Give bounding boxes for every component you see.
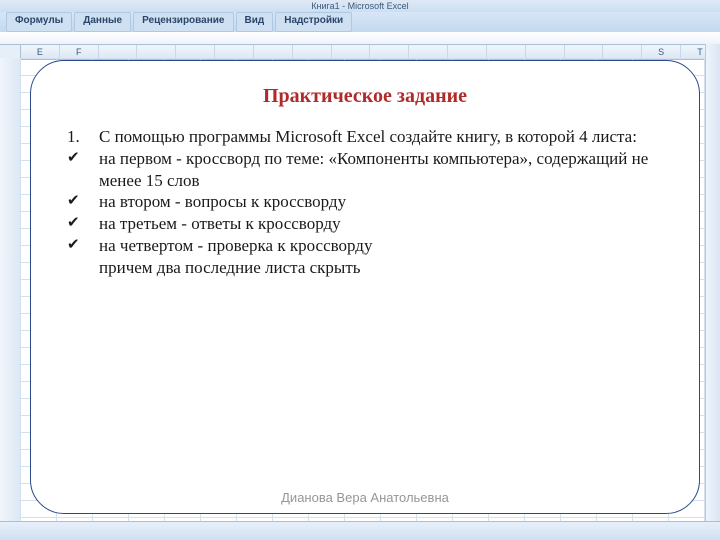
column-header[interactable] — [565, 45, 604, 59]
status-bar — [0, 521, 720, 540]
check-icon: ✔ — [67, 148, 99, 192]
column-header[interactable] — [176, 45, 215, 59]
ribbon-tab-formulas[interactable]: Формулы — [6, 12, 72, 32]
task-line-intro: 1. С помощью программы Microsoft Excel с… — [67, 126, 663, 148]
vertical-scrollbar[interactable] — [705, 44, 720, 522]
column-header[interactable] — [332, 45, 371, 59]
column-header[interactable] — [448, 45, 487, 59]
column-header[interactable]: S — [642, 45, 681, 59]
column-header[interactable] — [603, 45, 642, 59]
ribbon-tab-data[interactable]: Данные — [74, 12, 131, 32]
check-icon: ✔ — [67, 235, 99, 257]
task-body: 1. С помощью программы Microsoft Excel с… — [67, 126, 663, 278]
ribbon-tab-addins[interactable]: Надстройки — [275, 12, 352, 32]
column-header[interactable]: F — [60, 45, 99, 59]
task-text: на четвертом - проверка к кроссворду — [99, 235, 663, 257]
column-header[interactable] — [526, 45, 565, 59]
task-text: причем два последние листа скрыть — [99, 257, 663, 279]
column-header[interactable] — [137, 45, 176, 59]
select-all-corner[interactable] — [0, 45, 21, 59]
column-header[interactable] — [370, 45, 409, 59]
column-header[interactable] — [487, 45, 526, 59]
column-header[interactable] — [409, 45, 448, 59]
row-headers — [0, 58, 21, 522]
task-line-2: ✔ на втором - вопросы к кроссворду — [67, 191, 663, 213]
task-card: Практическое задание 1. С помощью програ… — [30, 60, 700, 514]
column-header[interactable] — [293, 45, 332, 59]
author-footer: Дианова Вера Анатольевна — [31, 490, 699, 505]
task-line-4: ✔ на четвертом - проверка к кроссворду — [67, 235, 663, 257]
column-header[interactable]: E — [21, 45, 60, 59]
task-text: на третьем - ответы к кроссворду — [99, 213, 663, 235]
task-text: на первом - кроссворд по теме: «Компонен… — [99, 148, 663, 192]
task-text: на втором - вопросы к кроссворду — [99, 191, 663, 213]
list-number: 1. — [67, 126, 99, 148]
check-icon: ✔ — [67, 191, 99, 213]
column-header[interactable] — [215, 45, 254, 59]
card-title: Практическое задание — [67, 85, 663, 108]
column-header[interactable] — [99, 45, 138, 59]
task-text: С помощью программы Microsoft Excel созд… — [99, 126, 663, 148]
excel-background: Книга1 - Microsoft Excel Формулы Данные … — [0, 0, 720, 540]
window-title: Книга1 - Microsoft Excel — [311, 1, 408, 11]
ribbon-tab-view[interactable]: Вид — [236, 12, 274, 32]
column-header[interactable] — [254, 45, 293, 59]
task-line-1: ✔ на первом - кроссворд по теме: «Компон… — [67, 148, 663, 192]
ribbon-tabs: Формулы Данные Рецензирование Вид Надстр… — [0, 12, 720, 33]
check-icon: ✔ — [67, 213, 99, 235]
ribbon-tab-review[interactable]: Рецензирование — [133, 12, 233, 32]
task-line-5: причем два последние листа скрыть — [67, 257, 663, 279]
task-line-3: ✔ на третьем - ответы к кроссворду — [67, 213, 663, 235]
list-spacer — [67, 257, 99, 279]
